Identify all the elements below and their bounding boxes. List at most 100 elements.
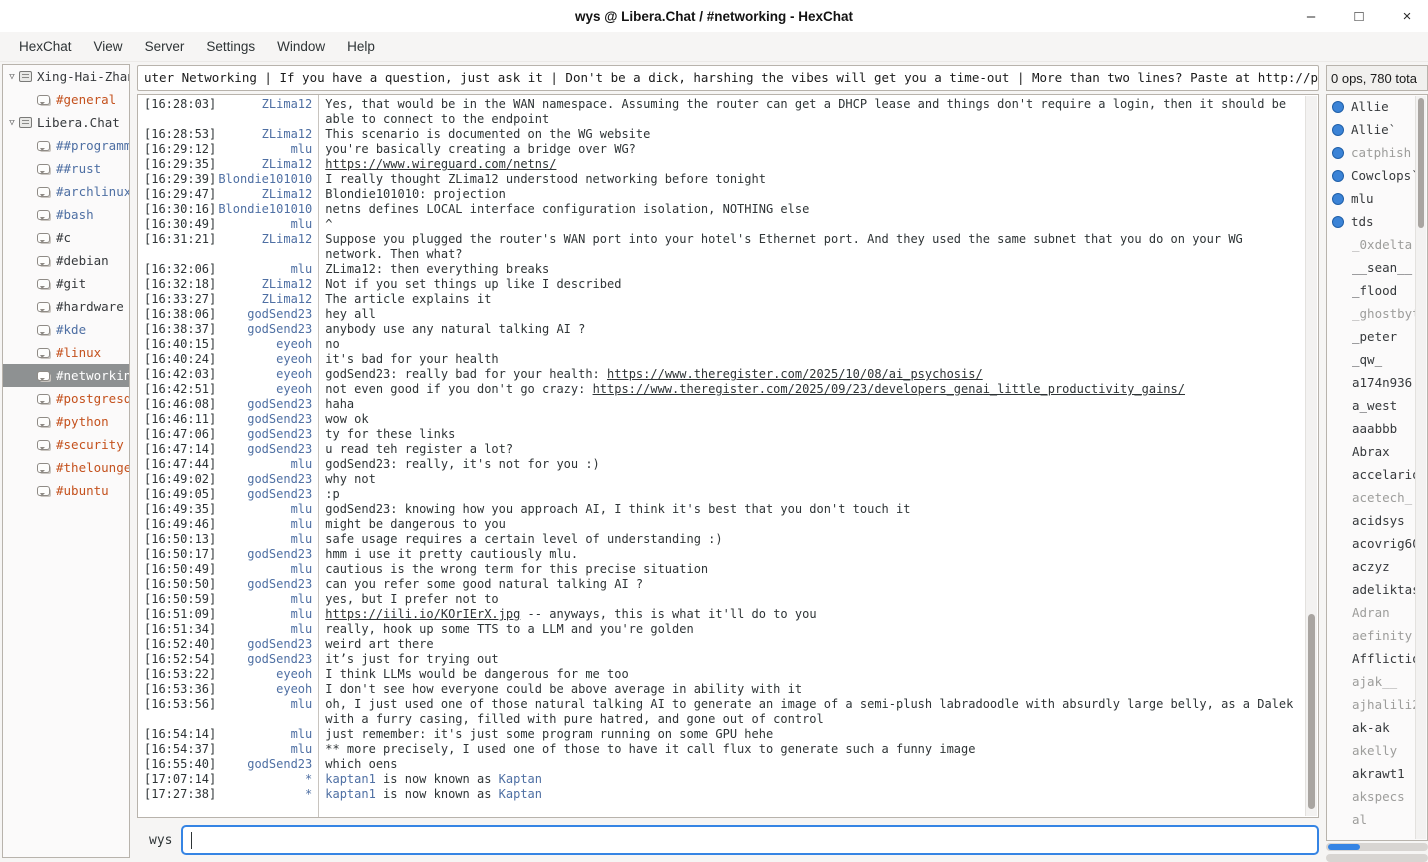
message-nick[interactable]: mlu [216,697,318,727]
tree-item-networking[interactable]: #networking [3,364,129,387]
message-nick[interactable]: godSend23 [216,757,318,772]
message-link[interactable]: https://www.wireguard.com/netns/ [325,157,556,171]
message-nick[interactable]: godSend23 [216,427,318,442]
tree-item-rust[interactable]: ##rust [3,157,129,180]
nick-reference[interactable]: Kaptan [499,787,542,801]
user-row-acovrig60[interactable]: acovrig60 [1327,532,1427,555]
message-nick[interactable]: ZLima12 [216,232,318,262]
message-nick[interactable]: godSend23 [216,472,318,487]
message-input[interactable] [183,827,1317,853]
user-row-qw[interactable]: _qw_ [1327,348,1427,371]
expander-icon[interactable]: ▽ [5,72,19,82]
user-row-abrax[interactable]: Abrax [1327,440,1427,463]
tree-item-python[interactable]: #python [3,410,129,433]
user-row-catphish[interactable]: catphish [1327,141,1427,164]
message-nick[interactable]: eyeoh [216,667,318,682]
message-nick[interactable]: mlu [216,217,318,232]
user-row-cowclops[interactable]: Cowclops` [1327,164,1427,187]
message-nick[interactable]: eyeoh [216,337,318,352]
tree-item-debian[interactable]: #debian [3,249,129,272]
tree-item-c[interactable]: #c [3,226,129,249]
tree-item-bash[interactable]: #bash [3,203,129,226]
menu-server[interactable]: Server [136,35,194,58]
message-nick[interactable]: mlu [216,592,318,607]
message-nick[interactable]: mlu [216,622,318,637]
userlist-hscrollbar[interactable] [1326,843,1428,851]
user-row-afflictio[interactable]: Afflictio [1327,647,1427,670]
message-nick[interactable]: ZLima12 [216,277,318,292]
menu-view[interactable]: View [85,35,132,58]
message-nick[interactable]: mlu [216,727,318,742]
user-row-adran[interactable]: Adran [1327,601,1427,624]
message-nick[interactable]: godSend23 [216,577,318,592]
message-nick[interactable]: eyeoh [216,682,318,697]
nick-reference[interactable]: kaptan1 [325,772,376,786]
tree-item-security[interactable]: #security [3,433,129,456]
message-nick[interactable]: ZLima12 [216,97,318,127]
user-row-a174n936[interactable]: a174n936 [1327,371,1427,394]
user-row-mlu[interactable]: mlu [1327,187,1427,210]
user-row-tds[interactable]: tds [1327,210,1427,233]
tree-item-kde[interactable]: #kde [3,318,129,341]
user-row-al[interactable]: al [1327,808,1427,831]
message-nick[interactable]: godSend23 [216,412,318,427]
tree-item-archlinux[interactable]: #archlinux [3,180,129,203]
userlist-scrollbar[interactable] [1415,96,1426,839]
expander-icon[interactable]: ▽ [5,118,19,128]
nick-reference[interactable]: kaptan1 [325,787,376,801]
user-row-ajak[interactable]: ajak__ [1327,670,1427,693]
user-row-allie[interactable]: Allie [1327,95,1427,118]
minimize-icon[interactable]: – [1300,5,1322,27]
message-nick[interactable]: mlu [216,532,318,547]
menu-help[interactable]: Help [338,35,384,58]
userlist-hscrollbar-handle[interactable] [1328,844,1360,850]
message-nick[interactable]: ZLima12 [216,292,318,307]
message-nick[interactable]: Blondie101010 [216,172,318,187]
topic-input[interactable]: uter Networking | If you have a question… [137,65,1319,91]
message-nick[interactable]: eyeoh [216,382,318,397]
message-nick[interactable]: godSend23 [216,397,318,412]
user-row-accelario[interactable]: accelario [1327,463,1427,486]
user-row-acetech[interactable]: acetech_ [1327,486,1427,509]
chat-scrollbar[interactable] [1305,96,1317,816]
user-row-adeliktas[interactable]: adeliktas [1327,578,1427,601]
user-row-ajhalili2[interactable]: ajhalili2 [1327,693,1427,716]
tree-item-postgresql[interactable]: #postgresql [3,387,129,410]
user-row-acidsys[interactable]: acidsys [1327,509,1427,532]
menu-hexchat[interactable]: HexChat [10,35,81,58]
message-nick[interactable]: mlu [216,457,318,472]
maximize-icon[interactable]: □ [1348,5,1370,27]
tree-item-git[interactable]: #git [3,272,129,295]
chat-scrollbar-handle[interactable] [1308,614,1315,808]
message-nick[interactable]: godSend23 [216,547,318,562]
message-nick[interactable]: ZLima12 [216,157,318,172]
tree-item-liberachat[interactable]: ▽Libera.Chat [3,111,129,134]
user-row-akrawt1[interactable]: akrawt1 [1327,762,1427,785]
message-nick[interactable]: mlu [216,262,318,277]
userlist-scrollbar-handle[interactable] [1418,98,1424,228]
message-nick[interactable]: Blondie101010 [216,202,318,217]
message-link[interactable]: https://www.theregister.com/2025/10/08/a… [607,367,983,381]
user-row-aaabbb[interactable]: aaabbb [1327,417,1427,440]
tree-item-thelounge[interactable]: #thelounge [3,456,129,479]
event-star[interactable]: * [216,772,318,787]
message-nick[interactable]: godSend23 [216,487,318,502]
user-row-sean[interactable]: __sean__ [1327,256,1427,279]
user-row-peter[interactable]: _peter [1327,325,1427,348]
tree-item-xinghaizhan[interactable]: ▽Xing-Hai-Zhan [3,65,129,88]
user-row-ghostbyt[interactable]: _ghostbyt [1327,302,1427,325]
message-nick[interactable]: ZLima12 [216,127,318,142]
message-nick[interactable]: godSend23 [216,637,318,652]
message-nick[interactable]: ZLima12 [216,187,318,202]
user-row-akak[interactable]: ak-ak [1327,716,1427,739]
user-row-awest[interactable]: a_west [1327,394,1427,417]
user-row-aefinity[interactable]: aefinity [1327,624,1427,647]
tree-item-ubuntu[interactable]: #ubuntu [3,479,129,502]
menu-window[interactable]: Window [268,35,334,58]
nick-reference[interactable]: Kaptan [499,772,542,786]
menu-settings[interactable]: Settings [197,35,264,58]
message-nick[interactable]: mlu [216,517,318,532]
message-nick[interactable]: eyeoh [216,367,318,382]
message-nick[interactable]: mlu [216,742,318,757]
tree-splitter[interactable] [130,62,137,862]
